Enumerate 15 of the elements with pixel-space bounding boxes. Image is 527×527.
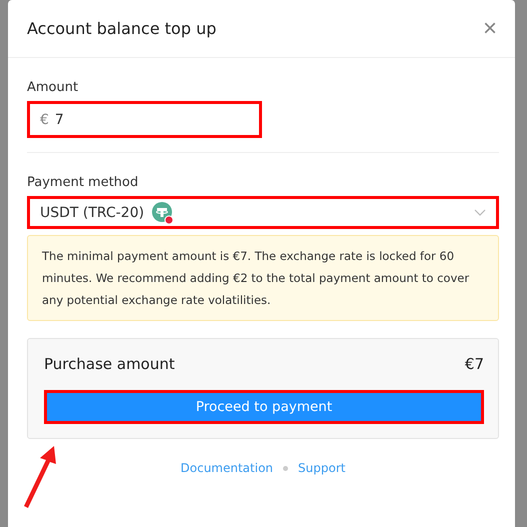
amount-field[interactable]: € 7	[27, 101, 262, 138]
close-button[interactable]: ×	[476, 16, 503, 40]
payment-method-label: Payment method	[27, 175, 140, 190]
chevron-down-icon	[474, 208, 486, 216]
coin-icon	[152, 202, 174, 224]
proceed-button[interactable]: Proceed to payment	[44, 390, 484, 424]
info-notice: The minimal payment amount is €7. The exchange rate is locked for 60 minutes. We recommend adding €2 to the total payment amount to cover any potential exchange rate volatilities.	[27, 235, 499, 321]
dialog-title: Account balance top up	[27, 19, 216, 38]
purchase-amount-label: Purchase amount	[44, 355, 175, 373]
amount-label: Amount	[27, 80, 80, 95]
purchase-amount-value: €7	[464, 355, 484, 373]
payment-method-select[interactable]: USDT (TRC-20)	[27, 196, 499, 229]
footer-link[interactable]: Support	[298, 461, 346, 475]
separator-dot	[283, 466, 288, 470]
footer-link[interactable]: Documentation	[180, 461, 274, 475]
